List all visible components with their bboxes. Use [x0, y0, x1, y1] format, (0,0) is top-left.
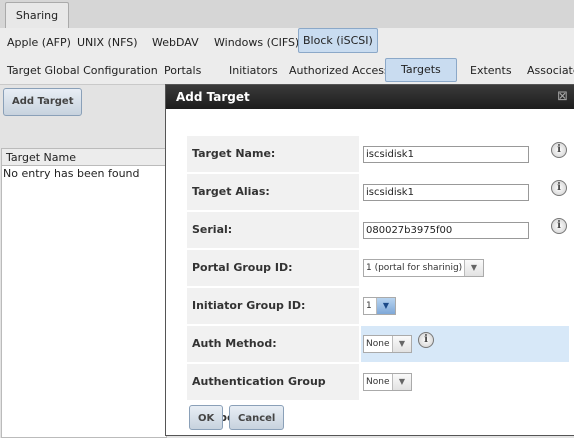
dialog-title: Add Target	[176, 90, 250, 104]
column-header-target-name[interactable]: Target Name	[2, 149, 166, 166]
tab-iscsi[interactable]: Block (iSCSI)	[298, 28, 378, 53]
auth-group-cell: None ▼	[361, 364, 569, 400]
initiator-group-cell: 1 ▼	[361, 288, 569, 324]
auth-method-cell: None ▼	[361, 326, 569, 362]
top-tab-bar: Sharing	[0, 0, 574, 29]
targets-grid: Target Name No entry has been found	[1, 148, 167, 438]
tab-sharing[interactable]: Sharing	[5, 2, 69, 29]
iscsi-tabs: Target Global Configuration Portals Init…	[0, 57, 574, 85]
tab-nfs[interactable]: UNIX (NFS)	[77, 34, 137, 52]
portal-group-value: 1 (portal for sharinig)	[366, 263, 463, 273]
tab-webdav[interactable]: WebDAV	[152, 34, 199, 52]
tab-cifs[interactable]: Windows (CIFS)	[214, 34, 299, 52]
chevron-down-icon: ▼	[464, 260, 483, 276]
auth-method-label: Auth Method:	[187, 326, 359, 362]
chevron-down-icon: ▼	[392, 374, 411, 390]
auth-method-info-icon[interactable]: i	[418, 332, 434, 348]
row-auth-group: Authentication Group number: None ▼	[187, 364, 569, 424]
auth-group-label: Authentication Group number:	[187, 364, 359, 424]
row-auth-method: Auth Method: None ▼	[187, 326, 569, 362]
close-icon[interactable]: ⊠	[557, 85, 568, 109]
serial-label: Serial:	[187, 212, 359, 248]
target-name-cell	[361, 136, 569, 172]
row-target-name: Target Name:	[187, 136, 569, 172]
tab-portals[interactable]: Portals	[164, 62, 201, 80]
tab-targets[interactable]: Targets	[385, 58, 457, 82]
tab-associate[interactable]: Associate	[527, 62, 574, 80]
add-target-button[interactable]: Add Target	[3, 88, 83, 116]
initiator-group-label: Initiator Group ID:	[187, 288, 359, 324]
tab-afp[interactable]: Apple (AFP)	[7, 34, 71, 52]
row-portal-group: Portal Group ID: 1 (portal for sharinig)…	[187, 250, 569, 286]
serial-info-icon[interactable]: i	[551, 218, 567, 234]
portal-group-label: Portal Group ID:	[187, 250, 359, 286]
target-name-info-icon[interactable]: i	[551, 142, 567, 158]
target-name-input[interactable]	[363, 146, 529, 163]
target-alias-input[interactable]	[363, 184, 529, 201]
portal-group-cell: 1 (portal for sharinig) ▼	[361, 250, 569, 286]
row-target-alias: Target Alias:	[187, 174, 569, 210]
tab-initiators[interactable]: Initiators	[229, 62, 278, 80]
row-serial: Serial:	[187, 212, 569, 248]
portal-group-select[interactable]: 1 (portal for sharinig) ▼	[363, 259, 484, 277]
chevron-down-icon: ▼	[376, 298, 395, 314]
tab-target-global-config[interactable]: Target Global Configuration	[7, 62, 158, 80]
initiator-group-select[interactable]: 1 ▼	[363, 297, 396, 315]
row-initiator-group: Initiator Group ID: 1 ▼	[187, 288, 569, 324]
dialog-title-bar[interactable]: Add Target	[166, 85, 574, 109]
empty-message: No entry has been found	[3, 167, 140, 180]
chevron-down-icon: ▼	[392, 336, 411, 352]
initiator-group-value: 1	[366, 301, 372, 311]
target-alias-info-icon[interactable]: i	[551, 180, 567, 196]
share-type-tabs: Apple (AFP) UNIX (NFS) WebDAV Windows (C…	[0, 28, 574, 58]
serial-cell	[361, 212, 569, 248]
target-alias-label: Target Alias:	[187, 174, 359, 210]
cancel-button[interactable]: Cancel	[229, 405, 285, 430]
ok-button[interactable]: OK	[189, 405, 224, 430]
tab-authorized-access[interactable]: Authorized Access	[289, 62, 390, 80]
tab-extents[interactable]: Extents	[470, 62, 512, 80]
auth-method-value: None	[366, 339, 390, 349]
auth-group-value: None	[366, 377, 390, 387]
add-target-dialog: Add Target ⊠ Target Name: i Target Alias…	[165, 84, 574, 436]
serial-input[interactable]	[363, 222, 529, 239]
auth-method-select[interactable]: None ▼	[363, 335, 412, 353]
target-alias-cell	[361, 174, 569, 210]
auth-group-select[interactable]: None ▼	[363, 373, 412, 391]
target-name-label: Target Name:	[187, 136, 359, 172]
